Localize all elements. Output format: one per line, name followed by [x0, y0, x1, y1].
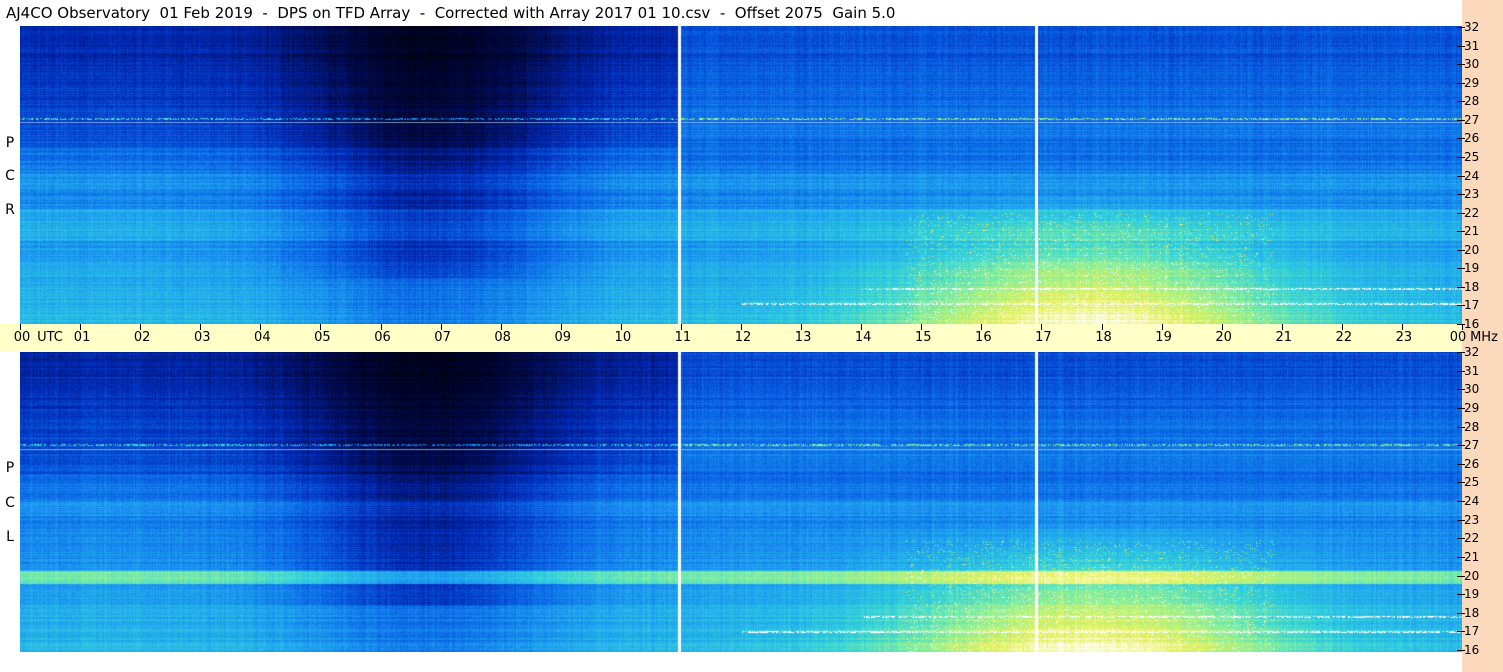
- frequency-unit-label: MHz: [1470, 330, 1498, 345]
- frequency-tick-label: 24: [1464, 168, 1480, 183]
- time-unit-label: UTC: [37, 330, 63, 345]
- polarization-letter: P: [5, 135, 15, 151]
- frequency-tick-label: 27: [1464, 112, 1480, 127]
- time-tick-label: 01: [73, 330, 91, 345]
- polarization-letter: L: [6, 529, 14, 545]
- time-tick-label: 06: [374, 330, 391, 345]
- polarization-letter: P: [5, 460, 15, 476]
- frequency-tick-label: 16: [1464, 317, 1480, 331]
- frequency-tick-label: 30: [1464, 57, 1480, 72]
- frequency-tick-label: 22: [1464, 205, 1480, 220]
- rcp-spectrogram: [20, 26, 1462, 324]
- frequency-tick-label: 32: [1464, 345, 1480, 359]
- polarization-letter: C: [5, 495, 15, 511]
- time-tick-label: 22: [1335, 330, 1353, 345]
- frequency-tick-label: 31: [1464, 38, 1480, 53]
- frequency-tick-label: 16: [1464, 643, 1480, 657]
- bottom-strip: [0, 652, 1462, 672]
- frequency-tick-label: 19: [1464, 261, 1480, 276]
- time-tick-label: 14: [854, 330, 872, 345]
- frequency-tick-label: 21: [1464, 549, 1480, 564]
- frequency-tick-label: 20: [1464, 568, 1480, 583]
- frequency-tick-label: 18: [1464, 279, 1480, 294]
- frequency-tick-label: 28: [1464, 419, 1480, 434]
- time-tick-label: 12: [734, 330, 752, 345]
- frequency-tick-label: 30: [1464, 382, 1480, 397]
- frequency-tick-label: 19: [1464, 587, 1480, 602]
- frequency-tick-label: 27: [1464, 438, 1480, 453]
- frequency-tick-label: 29: [1464, 75, 1480, 90]
- time-tick-label: 11: [674, 330, 692, 345]
- frequency-tick-label: 17: [1464, 298, 1480, 313]
- time-tick-label: 21: [1275, 330, 1293, 345]
- time-tick-label: 03: [193, 330, 211, 345]
- time-tick-label: 18: [1095, 330, 1112, 345]
- time-tick-label: 19: [1155, 330, 1172, 345]
- time-axis: 00 01 02 03 04 05 06 07 08 09 10 11 12 13 14 15 16 17 18 19…: [0, 324, 1498, 352]
- frequency-tick-label: 22: [1464, 531, 1480, 546]
- time-tick-label: 02: [133, 330, 151, 345]
- frequency-tick-label: 21: [1464, 224, 1480, 239]
- frequency-tick-label: 23: [1464, 187, 1480, 202]
- time-tick-label: 09: [554, 330, 572, 345]
- chart-title: AJ4CO Observatory 01 Feb 2019 - DPS on T…: [0, 0, 1468, 26]
- time-tick-label: 10: [614, 330, 632, 345]
- time-tick-label: 00: [13, 330, 31, 345]
- frequency-tick-label: 17: [1464, 624, 1480, 639]
- polarization-letter: C: [5, 168, 15, 184]
- frequency-tick-label: 18: [1464, 605, 1480, 620]
- frequency-tick-label: 29: [1464, 400, 1480, 415]
- frequency-tick-label: 20: [1464, 242, 1480, 257]
- time-tick-label: 23: [1395, 330, 1413, 345]
- time-tick-label: 17: [1035, 330, 1052, 345]
- frequency-tick-label: 25: [1464, 475, 1480, 490]
- time-tick-label: 00: [1449, 330, 1467, 345]
- time-tick-label: 05: [314, 330, 331, 345]
- frequency-tick-label: 23: [1464, 512, 1480, 527]
- frequency-tick-label: 26: [1464, 456, 1480, 471]
- frequency-tick-label: 24: [1464, 494, 1480, 508]
- frequency-tick-label: 26: [1464, 131, 1480, 146]
- time-tick-label: 20: [1215, 330, 1232, 345]
- time-tick-label: 13: [794, 330, 812, 345]
- time-tick-label: 08: [494, 330, 511, 345]
- time-tick-label: 07: [434, 330, 451, 345]
- frequency-tick-label: 31: [1464, 363, 1480, 378]
- time-tick-label: 16: [975, 330, 992, 345]
- frequency-tick-label: 28: [1464, 94, 1480, 109]
- frequency-tick-label: 25: [1464, 149, 1480, 164]
- time-tick-label: 15: [914, 330, 932, 345]
- time-tick-label: 04: [254, 330, 271, 345]
- lcp-spectrogram: [20, 352, 1462, 652]
- frequency-tick-label: 32: [1464, 20, 1480, 34]
- polarization-letter: R: [5, 202, 15, 218]
